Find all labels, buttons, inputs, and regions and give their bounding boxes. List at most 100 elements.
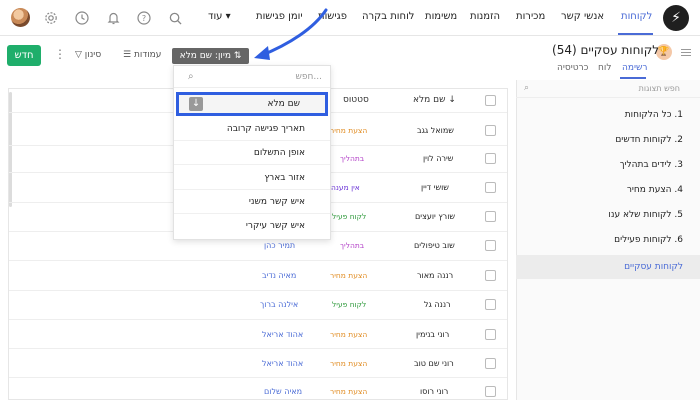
status-badge: בתהליך (340, 154, 365, 163)
sort-option-primary-contact[interactable]: איש קשר עיקרי (174, 214, 330, 238)
cell-contact[interactable]: מאיה שלום (264, 387, 302, 396)
sidebar-item-quote[interactable]: 4. הצעת מחיר (516, 178, 700, 202)
sidebar-item-leads[interactable]: 3. לידים בתהליך (516, 153, 700, 177)
cell-contact[interactable]: אהוד אריאל (262, 330, 303, 339)
row-checkbox[interactable] (485, 211, 496, 222)
cell-name[interactable]: שורץ יועצים (415, 212, 455, 221)
cell-contact[interactable]: מאיה נדיב (262, 271, 296, 280)
views-search-input[interactable]: חפש תצוגות (639, 84, 680, 93)
cell-contact[interactable]: אהוד אריאל (262, 359, 303, 368)
nav-more[interactable]: עוד ▾ (208, 11, 231, 22)
status-badge: לקוח פעיל (332, 212, 367, 221)
tab-board[interactable]: לוח (598, 63, 611, 73)
row-divider (9, 260, 507, 261)
cell-name[interactable]: רננה מאור (417, 271, 453, 280)
sort-icon: ⇅ (233, 51, 242, 61)
status-badge: לקוח פעיל (332, 300, 367, 309)
cell-contact[interactable]: אילנה ברוך (260, 300, 298, 309)
sort-option-region[interactable]: אזור בארץ (174, 166, 330, 190)
cell-name[interactable]: רננה גל (424, 300, 451, 309)
status-badge: הצעת מחיר (330, 330, 368, 339)
bell-icon[interactable] (104, 9, 122, 27)
column-header-name[interactable]: שם מלא ↓ (413, 95, 456, 105)
annotation-arrow-icon (254, 8, 328, 60)
row-checkbox[interactable] (485, 386, 496, 397)
arrow-down-icon[interactable]: ↓ (189, 97, 203, 111)
sort-label: מיון: שם מלא (179, 51, 231, 61)
row-checkbox[interactable] (485, 125, 496, 136)
status-badge: הצעת מחיר (330, 126, 368, 135)
row-divider (9, 377, 507, 378)
nav-sales[interactable]: מכירות (516, 11, 545, 22)
select-all-checkbox[interactable] (485, 95, 496, 106)
svg-text:?: ? (142, 14, 146, 23)
views-search[interactable]: חפש תצוגות ⌕ (516, 80, 700, 98)
sidebar-item-new-customers[interactable]: 2. לקוחות חדשים (516, 128, 700, 152)
page-title: לקוחות עסקיים (54) (552, 43, 660, 57)
nav-dashboards[interactable]: לוחות בקרה (362, 11, 414, 22)
more-options-icon[interactable]: ⋮ (54, 47, 66, 61)
search-icon[interactable] (166, 9, 184, 27)
nav-tasks[interactable]: משימות (425, 11, 457, 22)
sort-search-input[interactable]: חפש... (296, 72, 322, 82)
sort-dropdown: חפש... ⌕ שם מלא ↓ תאריך פגישה קרובה אופן… (173, 65, 331, 240)
nav-contacts[interactable]: אנשי קשר (561, 11, 604, 22)
gear-icon[interactable] (42, 9, 60, 27)
row-checkbox[interactable] (485, 299, 496, 310)
row-checkbox[interactable] (485, 329, 496, 340)
hamburger-icon[interactable] (681, 49, 691, 58)
nav-customers[interactable]: לקוחות (621, 11, 652, 22)
nav-orders[interactable]: הזמנות (470, 11, 500, 22)
app-logo[interactable]: ⚡ (663, 5, 689, 31)
new-button[interactable]: חדש (7, 45, 41, 66)
columns-icon: ☰ (123, 50, 132, 60)
row-divider (9, 319, 507, 320)
sort-option-next-meeting[interactable]: תאריך פגישה קרובה (174, 117, 330, 141)
sort-option-full-name[interactable]: שם מלא ↓ (176, 92, 328, 116)
search-icon: ⌕ (188, 71, 194, 82)
sidebar-item-business[interactable]: לקוחות עסקיים (516, 255, 700, 279)
sort-option-secondary-contact[interactable]: איש קשר משני (174, 190, 330, 214)
column-header-status[interactable]: סטטוס (343, 95, 369, 105)
help-icon[interactable]: ? (135, 9, 153, 27)
row-checkbox[interactable] (485, 153, 496, 164)
columns-label: עמודות (133, 50, 162, 60)
status-badge: הצעת מחיר (330, 271, 368, 280)
avatar[interactable] (11, 8, 30, 27)
row-checkbox[interactable] (485, 240, 496, 251)
horizontal-scrollbar[interactable] (9, 92, 12, 207)
filter-label: סינון (84, 50, 102, 60)
cell-name[interactable]: רוני בנימין (416, 330, 449, 339)
sidebar-item-all-customers[interactable]: 1. כל הלקוחות (516, 103, 700, 127)
row-divider (9, 290, 507, 291)
cell-name[interactable]: רוני שם טוב (414, 359, 454, 368)
status-badge: בתהליך (340, 241, 365, 250)
cell-name[interactable]: שוב טיפולים (414, 241, 455, 250)
search-icon: ⌕ (524, 83, 530, 93)
row-checkbox[interactable] (485, 182, 496, 193)
tab-cards[interactable]: כרטיסיה (557, 63, 588, 73)
row-checkbox[interactable] (485, 358, 496, 369)
cell-name[interactable]: שושי דיין (421, 183, 449, 192)
cell-name[interactable]: שמואל גגב (417, 126, 454, 135)
clock-icon[interactable] (73, 9, 91, 27)
sort-option-label: שם מלא (267, 99, 300, 109)
cell-contact[interactable]: תמיר כהן (264, 241, 295, 250)
cell-name[interactable]: שירה לוין (423, 154, 453, 163)
tab-active-underline (620, 77, 646, 79)
sort-search[interactable]: חפש... ⌕ (174, 66, 330, 88)
status-badge: הצעת מחיר (330, 359, 368, 368)
tab-list[interactable]: רשימה (622, 63, 647, 73)
sort-button[interactable]: מיון: שם מלא ⇅ (172, 48, 249, 64)
sidebar-item-active[interactable]: 6. לקוחות פעילים (516, 228, 700, 252)
cell-name[interactable]: רוני רוסו (420, 387, 448, 396)
row-checkbox[interactable] (485, 270, 496, 281)
status-badge: הצעת מחיר (330, 387, 368, 396)
sort-option-payment[interactable]: אופן התשלום (174, 141, 330, 165)
row-divider (9, 348, 507, 349)
status-badge: אין מענה (331, 183, 360, 192)
filter-button[interactable]: ▽ סינון (75, 50, 101, 60)
nav-active-underline (618, 33, 653, 35)
columns-button[interactable]: ☰ עמודות (123, 50, 161, 60)
sidebar-item-no-answer[interactable]: 5. לקוחות שלא ענו (516, 203, 700, 227)
